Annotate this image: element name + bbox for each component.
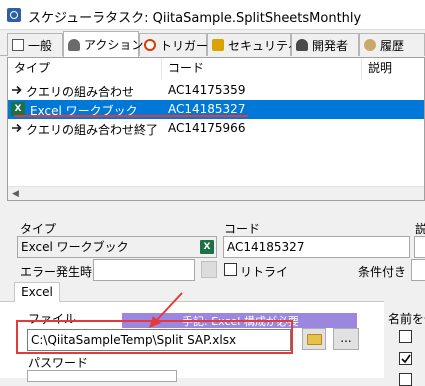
app-icon (7, 8, 21, 22)
lock-icon (212, 39, 224, 51)
type-field: Excel ワークブック (17, 236, 217, 258)
tab-label: トリガー (160, 38, 209, 53)
type-label: タイプ (20, 222, 57, 236)
tab-security[interactable]: セキュリティ (207, 33, 299, 56)
option-checkbox[interactable] (399, 373, 412, 386)
window-title: スケジューラタスク: QiitaSample.SplitSheetsMonthl… (28, 11, 362, 26)
tab-developer[interactable]: 開発者 (291, 33, 359, 56)
error-action-field[interactable] (93, 259, 195, 281)
tab-label: アクション (84, 38, 144, 52)
column-header-code[interactable]: コード (162, 58, 362, 80)
column-header-type[interactable]: タイプ (8, 58, 162, 80)
alarm-clock-icon (144, 39, 156, 51)
tab-label: 履歴 (380, 38, 405, 53)
password-label: パスワード (28, 356, 89, 370)
tab-triggers[interactable]: トリガー (139, 33, 209, 56)
browse-button[interactable]: ... (333, 328, 359, 350)
column-header-description[interactable]: 説明 (362, 58, 424, 80)
scroll-left-icon[interactable]: ◀ (12, 189, 19, 199)
option-checkbox-checked[interactable] (399, 352, 412, 365)
history-icon (364, 39, 376, 51)
tab-general[interactable]: 一般 (7, 33, 63, 56)
person-icon (68, 38, 80, 51)
row-type: クエリの組み合わせ終了 (26, 123, 159, 137)
horizontal-scrollbar[interactable]: ◀ (8, 186, 424, 200)
retry-checkbox[interactable] (224, 263, 237, 276)
description-label: 説 (415, 222, 425, 236)
list-item[interactable]: クエリの組み合わせ AC14175359 (8, 81, 424, 100)
arrow-right-icon (11, 122, 23, 137)
type-value: Excel ワークブック (21, 240, 129, 254)
highlight-underline (14, 115, 248, 117)
annotation-arrow-icon (149, 292, 183, 328)
row-code: AC14175359 (168, 83, 246, 97)
code-label: コード (224, 222, 261, 236)
password-input[interactable] (27, 370, 177, 382)
tab-history[interactable]: 履歴 (359, 33, 425, 56)
option-checkbox[interactable] (399, 330, 412, 343)
page-icon (12, 39, 24, 51)
condition-field[interactable] (411, 259, 425, 281)
tab-label: 一般 (28, 38, 53, 53)
row-type: クエリの組み合わせ (26, 85, 135, 99)
arrow-right-icon (11, 84, 23, 99)
save-as-label: 名前を付 (388, 312, 425, 326)
error-action-button[interactable] (201, 261, 217, 278)
condition-label: 条件付き (358, 265, 407, 279)
retry-label: リトライ (240, 265, 289, 279)
tab-excel[interactable]: Excel (14, 282, 60, 302)
error-label: エラー発生時 (20, 265, 93, 279)
row-code: AC14175966 (168, 121, 246, 135)
tab-label: 開発者 (312, 38, 349, 53)
description-field[interactable] (414, 236, 425, 258)
excel-icon: X (11, 102, 25, 116)
row-code: AC14185327 (168, 102, 246, 116)
developer-icon (296, 39, 308, 51)
list-item[interactable]: クエリの組み合わせ終了 AC14175966 (8, 119, 424, 138)
folder-icon (307, 334, 322, 345)
code-field[interactable]: AC14185327 (223, 236, 410, 258)
excel-icon: X (200, 240, 214, 254)
open-folder-button[interactable] (302, 328, 326, 350)
tab-label: セキュリティ (228, 38, 300, 53)
tab-actions[interactable]: アクション (63, 31, 143, 57)
action-list[interactable]: タイプ コード 説明 クエリの組み合わせ AC14175359 X Excel … (7, 57, 425, 201)
